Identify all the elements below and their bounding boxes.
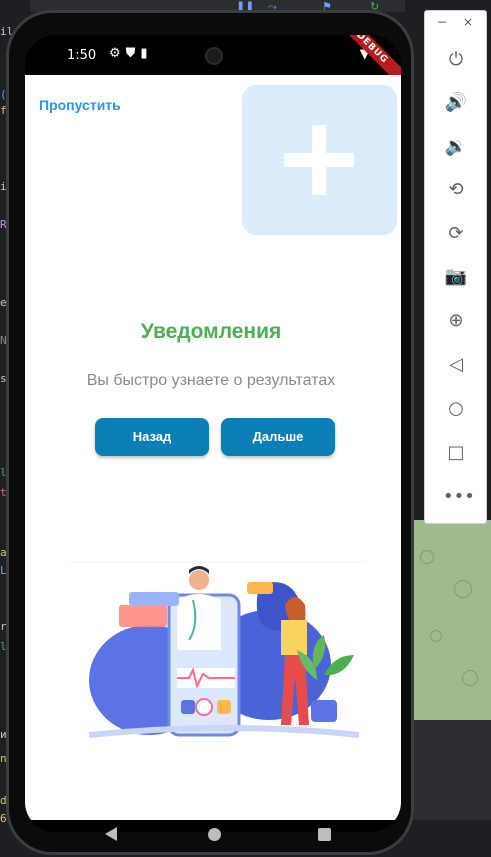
emulator-toolbar: − × ⏻ 🔊 🔉 ⟲ ⟳ 📷 ⊕ ◁ ○ □ ••• <box>424 10 487 524</box>
doctor-illustration <box>69 561 365 738</box>
close-button[interactable]: × <box>463 15 473 29</box>
skip-button[interactable]: Пропустить <box>39 97 121 113</box>
system-nav-keys <box>25 821 401 851</box>
nav-recent-icon[interactable] <box>318 828 331 841</box>
page-title: Уведомления <box>140 320 282 343</box>
emulator-window-controls: − × <box>425 11 488 35</box>
status-time: 1:50 <box>67 48 97 63</box>
back-icon[interactable]: ◁ <box>443 352 469 378</box>
camera-icon[interactable]: 📷 <box>443 264 469 290</box>
minimize-button[interactable]: − <box>437 15 447 29</box>
phone-frame: 1:50 ⚙⛊▮ ▼ ▮ DEBUG Пропустить Уведомлени… <box>6 10 414 855</box>
image-placeholder <box>242 85 397 235</box>
front-camera <box>205 47 223 65</box>
status-notification-icons: ⚙⛊▮ <box>109 46 153 61</box>
nav-back-icon[interactable] <box>105 827 117 841</box>
zoom-icon[interactable]: ⊕ <box>443 308 469 334</box>
volume-up-icon[interactable]: 🔊 <box>443 90 469 116</box>
next-button[interactable]: Дальше <box>221 418 335 456</box>
status-bar: 1:50 ⚙⛊▮ ▼ ▮ DEBUG <box>25 35 401 85</box>
plus-icon-stroke <box>312 125 326 195</box>
volume-down-icon[interactable]: 🔉 <box>443 134 469 160</box>
home-icon[interactable]: ○ <box>443 396 469 422</box>
power-icon[interactable]: ⏻ <box>443 47 469 73</box>
sd-card-icon: ▮ <box>140 46 153 61</box>
rotate-left-icon[interactable]: ⟲ <box>443 177 469 203</box>
desktop: ❚❚ ⤳ ⚑ ↻ ild ( f i R e N s l t a L r l и… <box>0 0 491 857</box>
more-icon[interactable]: ••• <box>443 484 475 510</box>
back-button[interactable]: Назад <box>95 418 209 456</box>
shield-icon: ⛊ <box>125 46 141 61</box>
background-window <box>405 720 491 820</box>
phone-screen: 1:50 ⚙⛊▮ ▼ ▮ DEBUG Пропустить Уведомлени… <box>25 35 401 832</box>
nav-home-icon[interactable] <box>208 828 221 841</box>
rotate-right-icon[interactable]: ⟳ <box>443 221 469 247</box>
settings-icon: ⚙ <box>109 46 126 61</box>
overview-icon[interactable]: □ <box>443 440 469 466</box>
page-subtitle: Вы быстро узнаете о результатах <box>86 372 336 389</box>
onboarding-page: Пропустить Уведомления Вы быстро узнаете… <box>25 75 401 820</box>
